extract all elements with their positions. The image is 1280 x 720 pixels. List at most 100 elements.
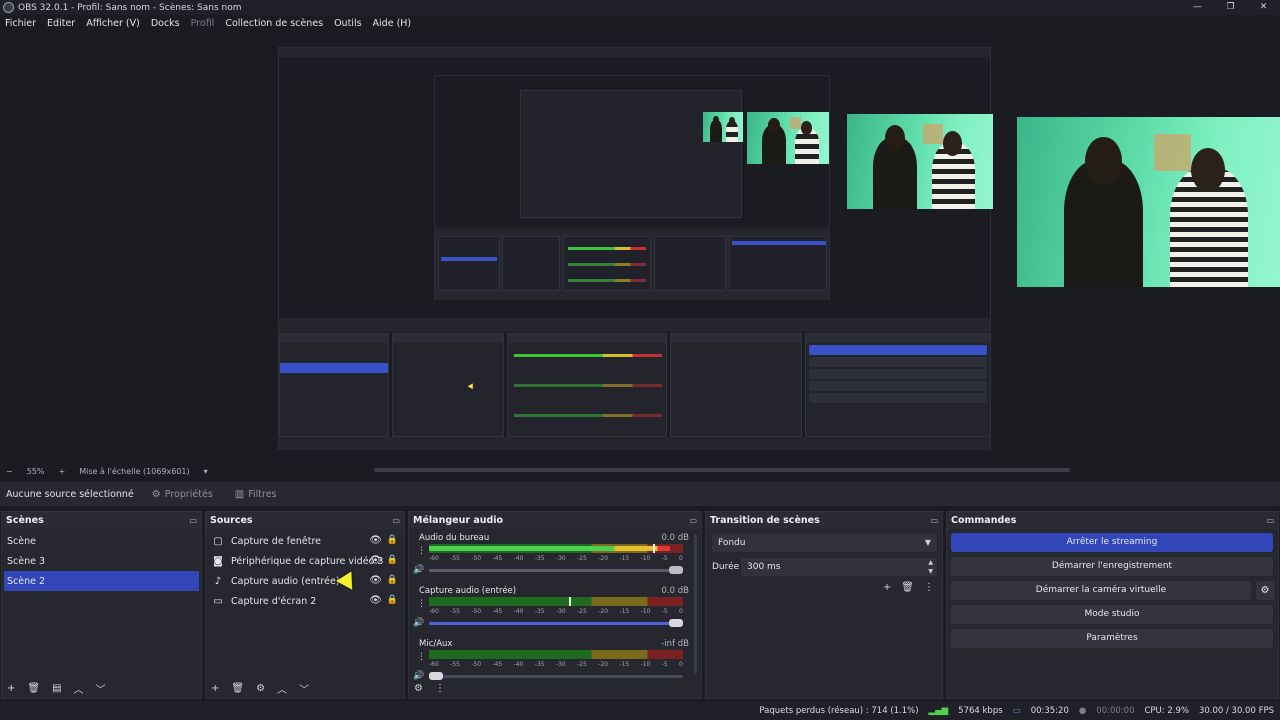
filters-button[interactable]: ▥ Filtres	[235, 489, 277, 500]
duration-field[interactable]: 300 ms ▲ ▼	[741, 558, 937, 576]
menu-fichier[interactable]: Fichier	[5, 18, 36, 29]
remove-source-button[interactable]: 🗑	[231, 683, 244, 694]
meter-tick-label: -5	[661, 555, 668, 562]
scale-mode-dropdown[interactable]: ▾	[204, 467, 208, 476]
menu-collection-scenes[interactable]: Collection de scènes	[225, 18, 323, 29]
zoom-out-button[interactable]: −	[6, 467, 13, 476]
stop-streaming-button[interactable]: Arrêter le streaming	[951, 533, 1273, 552]
menu-aide[interactable]: Aide (H)	[373, 18, 412, 29]
webcam-video-source[interactable]	[1017, 117, 1280, 287]
stream-time: 00:35:20	[1030, 705, 1069, 716]
lock-icon[interactable]: 🔒	[387, 575, 398, 585]
visibility-eye-icon[interactable]: 👁	[369, 535, 382, 546]
window-icon: ▢	[213, 535, 223, 547]
webcam-frame-small	[747, 112, 829, 164]
meter-tick-label: -25	[577, 555, 587, 562]
meter-tick-label: -35	[534, 608, 545, 615]
scene-item-selected[interactable]: Scène 2	[4, 571, 199, 591]
undock-icon[interactable]: ▭	[689, 516, 697, 525]
lock-icon[interactable]: 🔒	[387, 555, 398, 565]
channel-name: Audio du bureau	[419, 533, 490, 543]
visibility-eye-icon[interactable]: 👁	[369, 555, 382, 566]
channel-name: Mic/Aux	[419, 639, 453, 649]
volume-knob[interactable]	[669, 566, 683, 574]
lock-icon[interactable]: 🔒	[387, 535, 398, 545]
add-scene-button[interactable]: +	[7, 683, 15, 694]
volume-knob[interactable]	[669, 619, 683, 627]
scene-filters-button[interactable]: ▤	[52, 683, 61, 694]
maximize-button[interactable]: ❐	[1214, 0, 1247, 15]
meter-tick-label: -55	[450, 608, 460, 615]
spinner-arrows-icon[interactable]: ▲ ▼	[928, 558, 933, 576]
meter-tick-label: -25	[577, 608, 587, 615]
close-button[interactable]: ✕	[1247, 0, 1280, 15]
add-transition-button[interactable]: +	[883, 582, 891, 593]
menu-editer[interactable]: Editer	[47, 18, 75, 29]
meter-tick-label: -35	[534, 661, 545, 668]
source-item[interactable]: ▭ Capture d'écran 2 👁 🔒	[206, 591, 404, 611]
meter-tick-label: -60	[429, 608, 439, 615]
window-title: OBS 32.0.1 - Profil: Sans nom - Scènes: …	[18, 2, 242, 13]
volume-slider[interactable]	[429, 619, 683, 627]
move-source-up-button[interactable]: ︿	[277, 681, 287, 696]
nested-obs-capture	[278, 47, 993, 450]
volume-slider[interactable]	[429, 566, 683, 574]
undock-icon[interactable]: ▭	[1266, 516, 1274, 525]
meter-tick-label: -30	[555, 608, 566, 615]
channel-menu-icon[interactable]: ⋮	[417, 599, 426, 609]
virtual-camera-settings-gear-icon[interactable]: ⚙	[1256, 581, 1274, 600]
menu-outils[interactable]: Outils	[334, 18, 361, 29]
channel-menu-icon[interactable]: ⋮	[417, 546, 426, 556]
scene-item[interactable]: Scène 3	[2, 551, 201, 571]
source-item[interactable]: ◙ Périphérique de capture vidéo 3 👁 🔒	[206, 551, 404, 571]
scenes-dock: Scènes ▭ Scène Scène 3 Scène 2 + 🗑 ▤ ︿ ﹀	[1, 511, 202, 699]
move-scene-up-button[interactable]: ︿	[74, 681, 84, 696]
scale-mode-label: Mise à l'échelle (1069x601)	[79, 466, 190, 476]
source-item[interactable]: ▢ Capture de fenêtre 👁 🔒	[206, 531, 404, 551]
undock-icon[interactable]: ▭	[392, 516, 400, 525]
add-source-button[interactable]: +	[211, 683, 219, 694]
scene-item[interactable]: Scène	[2, 531, 201, 551]
menu-profil[interactable]: Profil	[191, 18, 215, 29]
mixer-menu-button[interactable]: ⋮	[435, 683, 445, 694]
undock-icon[interactable]: ▭	[189, 516, 197, 525]
remove-scene-button[interactable]: 🗑	[27, 683, 40, 694]
program-preview[interactable]	[0, 32, 1280, 462]
meter-tick-label: -50	[471, 555, 482, 562]
menu-afficher[interactable]: Afficher (V)	[86, 18, 140, 29]
meter-peak	[569, 597, 571, 606]
advanced-audio-properties-button[interactable]: ⚙	[414, 683, 423, 694]
visibility-eye-icon[interactable]: 👁	[369, 575, 382, 586]
menu-docks[interactable]: Docks	[151, 18, 180, 29]
speaker-icon[interactable]: 🔊	[413, 618, 424, 628]
properties-button[interactable]: ⚙ Propriétés	[152, 489, 213, 500]
channel-menu-icon[interactable]: ⋮	[417, 652, 426, 662]
speaker-icon[interactable]: 🔊	[413, 565, 424, 575]
lock-icon[interactable]: 🔒	[387, 595, 398, 605]
move-source-down-button[interactable]: ﹀	[299, 681, 309, 696]
start-virtual-camera-button[interactable]: Démarrer la caméra virtuelle	[951, 581, 1251, 600]
source-properties-button[interactable]: ⚙	[256, 683, 265, 694]
move-scene-down-button[interactable]: ﹀	[96, 681, 106, 696]
start-recording-button[interactable]: Démarrer l'enregistrement	[951, 557, 1273, 576]
studio-mode-button[interactable]: Mode studio	[951, 605, 1273, 624]
meter-tick-label: -40	[513, 608, 524, 615]
mixer-channel: Capture audio (entrée) 0.0 dB ⋮ -60 -55 -50 -4…	[409, 582, 701, 635]
transition-menu-button[interactable]: ⋮	[924, 582, 934, 593]
undock-icon[interactable]: ▭	[930, 516, 938, 525]
remove-transition-button[interactable]: 🗑	[901, 582, 914, 593]
meter-tick-label: -10	[640, 555, 651, 562]
nested-preview	[279, 66, 993, 308]
meter-tick-label: -40	[513, 555, 524, 562]
mixer-scrollbar[interactable]	[694, 534, 697, 674]
settings-button[interactable]: Paramètres	[951, 629, 1273, 648]
channel-db-value: 0.0 dB	[661, 586, 689, 596]
meter-tick-label: -45	[492, 608, 503, 615]
zoom-in-button[interactable]: +	[58, 467, 65, 476]
transition-select[interactable]: Fondu ▼	[712, 534, 937, 552]
source-item[interactable]: ♪ Capture audio (entrée) 👁 🔒	[206, 571, 404, 591]
visibility-eye-icon[interactable]: 👁	[369, 595, 382, 606]
preview-horizontal-scrollbar[interactable]	[374, 468, 1070, 472]
meter-peak	[653, 544, 655, 553]
minimize-button[interactable]: —	[1181, 0, 1214, 15]
